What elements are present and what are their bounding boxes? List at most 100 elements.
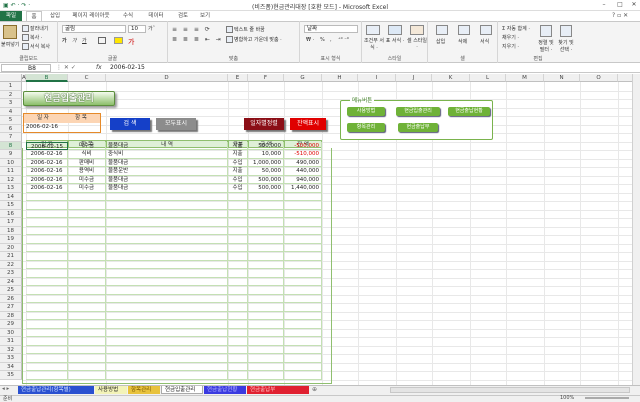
sheet-tab-usage[interactable]: 사용방법	[95, 386, 127, 394]
table-empty-cell[interactable]	[248, 252, 284, 261]
table-empty-cell[interactable]	[68, 303, 106, 312]
table-empty-cell[interactable]	[26, 192, 68, 201]
table-empty-cell[interactable]	[284, 209, 322, 218]
table-empty-cell[interactable]	[228, 218, 248, 227]
row-header-23[interactable]: 23	[0, 269, 22, 278]
table-empty-cell[interactable]	[68, 328, 106, 337]
sort-by-date-button[interactable]: 일자별정렬	[244, 118, 284, 130]
row-header-31[interactable]: 31	[0, 337, 22, 346]
table-empty-cell[interactable]	[284, 345, 322, 354]
table-empty-cell[interactable]	[68, 269, 106, 278]
row-header-13[interactable]: 13	[0, 184, 22, 193]
table-empty-cell[interactable]	[228, 286, 248, 295]
row-header-24[interactable]: 24	[0, 277, 22, 286]
table-cell[interactable]: 500,000	[248, 141, 284, 150]
row-header-14[interactable]: 14	[0, 192, 22, 201]
font-name-select[interactable]: 굴림	[62, 25, 126, 33]
table-empty-cell[interactable]	[284, 277, 322, 286]
table-empty-cell[interactable]	[248, 218, 284, 227]
table-empty-cell[interactable]	[106, 218, 228, 227]
table-cell[interactable]: 500,000	[248, 175, 284, 184]
row-header-17[interactable]: 17	[0, 218, 22, 227]
table-empty-cell[interactable]	[26, 303, 68, 312]
table-empty-cell[interactable]	[228, 226, 248, 235]
table-empty-cell[interactable]	[106, 362, 228, 371]
search-button[interactable]: 검 색	[110, 118, 150, 130]
font-color-icon[interactable]: 가	[128, 37, 134, 47]
table-empty-cell[interactable]	[26, 320, 68, 329]
table-empty-cell[interactable]	[284, 226, 322, 235]
menu-usage-button[interactable]: 사용방법	[347, 107, 385, 116]
clear-button[interactable]: 지우기 ·	[502, 43, 519, 50]
close-button[interactable]: ✕	[626, 1, 640, 9]
tab-data[interactable]: 데이터	[142, 11, 170, 21]
table-empty-cell[interactable]	[248, 201, 284, 210]
table-empty-cell[interactable]	[26, 277, 68, 286]
table-cell[interactable]: 물품대금	[106, 175, 228, 184]
table-cell[interactable]: 미수금	[68, 175, 106, 184]
select-all-corner[interactable]	[0, 74, 22, 82]
bold-button[interactable]: 가	[62, 37, 67, 44]
row-header-10[interactable]: 10	[0, 158, 22, 167]
cut-button[interactable]: 잘라내기	[22, 25, 48, 32]
font-size-select[interactable]: 10	[128, 25, 146, 33]
table-empty-cell[interactable]	[284, 269, 322, 278]
number-format-select[interactable]: 날짜	[304, 25, 358, 33]
table-empty-cell[interactable]	[284, 260, 322, 269]
delete-cells-icon[interactable]	[458, 25, 470, 35]
formula-input[interactable]: 2006-02-15	[110, 64, 145, 72]
period-date-value[interactable]: 2006-02-16	[26, 124, 58, 130]
menu-cash-io-button[interactable]: 현금입출관리	[396, 107, 440, 116]
cell-style-button[interactable]: 셀 스타일 ·	[406, 37, 428, 50]
table-empty-cell[interactable]	[284, 235, 322, 244]
column-header-m[interactable]: M	[506, 74, 544, 82]
row-header-21[interactable]: 21	[0, 252, 22, 261]
tab-file[interactable]: 파일	[0, 11, 22, 21]
table-empty-cell[interactable]	[26, 311, 68, 320]
align-horizontal-icons[interactable]: ≣ ≣ ≣ ⇤ ⇥	[172, 36, 223, 43]
table-cell[interactable]: 물품운반	[106, 167, 228, 176]
row-header-22[interactable]: 22	[0, 260, 22, 269]
table-empty-cell[interactable]	[248, 371, 284, 380]
table-cell[interactable]: 미수금	[68, 184, 106, 193]
table-empty-cell[interactable]	[248, 235, 284, 244]
row-header-5[interactable]: 5	[0, 116, 22, 125]
table-empty-cell[interactable]	[248, 286, 284, 295]
table-empty-cell[interactable]	[106, 371, 228, 380]
column-header-k[interactable]: K	[432, 74, 470, 82]
table-empty-cell[interactable]	[68, 226, 106, 235]
tab-page-layout[interactable]: 페이지 레이아웃	[68, 11, 114, 21]
table-empty-cell[interactable]	[106, 201, 228, 210]
table-empty-cell[interactable]	[248, 311, 284, 320]
column-header-h[interactable]: H	[322, 74, 358, 82]
table-cell[interactable]: 식비	[68, 150, 106, 159]
table-empty-cell[interactable]	[26, 337, 68, 346]
italic-button[interactable]: 가	[72, 37, 77, 44]
table-empty-cell[interactable]	[284, 286, 322, 295]
table-cell[interactable]: -500,000	[284, 141, 322, 150]
row-header-12[interactable]: 12	[0, 175, 22, 184]
row-header-6[interactable]: 6	[0, 124, 22, 133]
decimal-icon[interactable]: ⁺⁰ ⁻⁰	[338, 37, 349, 43]
table-empty-cell[interactable]	[228, 294, 248, 303]
table-empty-cell[interactable]	[248, 337, 284, 346]
table-empty-cell[interactable]	[284, 192, 322, 201]
paste-button[interactable]: 붙여넣기	[1, 41, 19, 48]
table-empty-cell[interactable]	[228, 192, 248, 201]
sort-filter-icon[interactable]	[540, 25, 552, 37]
table-cell[interactable]: 490,000	[284, 158, 322, 167]
grow-font-button[interactable]: 가ˆ	[148, 25, 155, 32]
tab-view[interactable]: 보기	[196, 11, 214, 21]
table-empty-cell[interactable]	[68, 337, 106, 346]
table-cell[interactable]: 2006-02-16	[26, 167, 68, 176]
table-cell[interactable]: 1,000,000	[248, 158, 284, 167]
table-empty-cell[interactable]	[284, 218, 322, 227]
table-cell[interactable]: 지출	[228, 167, 248, 176]
table-empty-cell[interactable]	[68, 354, 106, 363]
table-empty-cell[interactable]	[284, 337, 322, 346]
menu-cash-book-button[interactable]: 현금출납부	[398, 123, 438, 132]
table-empty-cell[interactable]	[68, 345, 106, 354]
table-empty-cell[interactable]	[284, 252, 322, 261]
table-empty-cell[interactable]	[26, 209, 68, 218]
row-header-25[interactable]: 25	[0, 286, 22, 295]
